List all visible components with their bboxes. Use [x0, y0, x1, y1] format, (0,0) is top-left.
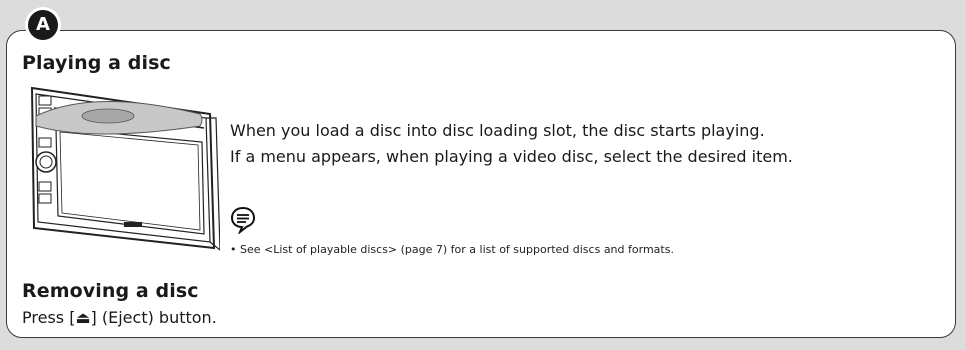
car-stereo-illustration [30, 86, 220, 251]
section-badge: A [28, 10, 58, 40]
playing-disc-description: When you load a disc into disc loading s… [230, 118, 793, 170]
volume-knob [35, 151, 57, 173]
removing-disc-heading: Removing a disc [22, 280, 199, 302]
playing-disc-line-2: If a menu appears, when playing a video … [230, 147, 793, 166]
playing-disc-heading: Playing a disc [22, 52, 171, 74]
eject-instruction: Press [⏏] (Eject) button. [22, 308, 217, 327]
playing-disc-line-1: When you load a disc into disc loading s… [230, 121, 765, 140]
playable-discs-note: • See <List of playable discs> (page 7) … [230, 243, 674, 256]
note-speech-bubble-icon [230, 206, 256, 234]
